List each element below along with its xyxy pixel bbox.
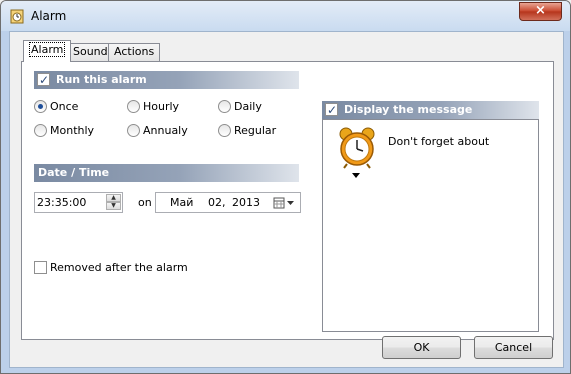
datetime-header: Date / Time (34, 164, 299, 182)
display-message-label: Display the message (344, 103, 473, 116)
run-alarm-header: Run this alarm (34, 71, 299, 89)
radio-monthly[interactable] (34, 124, 47, 137)
datetime-header-label: Date / Time (38, 166, 110, 179)
spin-down-icon[interactable]: ▼ (106, 202, 121, 210)
display-message-checkbox[interactable] (325, 101, 338, 119)
run-alarm-checkbox[interactable] (37, 71, 50, 89)
time-value: 23:35:00 (37, 196, 87, 209)
cancel-button-label: Cancel (494, 341, 533, 354)
time-spinner[interactable]: ▲ ▼ (106, 194, 121, 211)
alarm-app-icon (10, 9, 24, 24)
radio-monthly-label: Monthly (50, 124, 95, 137)
date-month: Май (170, 196, 194, 209)
alarm-tab-panel: Run this alarm Once Hourly Daily Monthly… (21, 61, 554, 340)
radio-once[interactable] (34, 100, 47, 113)
window-title: Alarm (31, 9, 67, 23)
tab-alarm-label: Alarm (29, 42, 66, 57)
tab-sound[interactable]: Sound (67, 43, 114, 61)
tab-actions-label: Actions (114, 45, 155, 58)
ok-button-label: OK (413, 341, 430, 354)
dialog-client-area: Alarm Sound Actions Run this alarm Once … (9, 31, 564, 368)
radio-annualy-label: Annualy (143, 124, 188, 137)
message-box: Don't forget about (322, 119, 539, 332)
spin-up-icon[interactable]: ▲ (106, 194, 121, 202)
calendar-dropdown-icon[interactable] (273, 197, 297, 209)
ok-button[interactable]: OK (382, 336, 461, 359)
tab-sound-label: Sound (73, 45, 108, 58)
radio-daily[interactable] (218, 100, 231, 113)
alarm-clock-icon[interactable] (335, 126, 379, 170)
radio-regular[interactable] (218, 124, 231, 137)
close-icon: × (535, 3, 546, 18)
tab-alarm[interactable]: Alarm (23, 40, 72, 62)
close-button[interactable]: × (519, 2, 562, 21)
display-message-header: Display the message (322, 101, 539, 119)
radio-regular-label: Regular (234, 124, 277, 137)
cancel-button[interactable]: Cancel (474, 336, 553, 359)
run-alarm-label: Run this alarm (56, 73, 147, 86)
title-bar: Alarm × (1, 1, 570, 31)
radio-hourly-label: Hourly (143, 100, 180, 113)
removed-after-checkbox[interactable] (34, 261, 47, 274)
tab-actions[interactable]: Actions (108, 43, 161, 61)
radio-hourly[interactable] (127, 100, 140, 113)
radio-once-label: Once (50, 100, 79, 113)
date-picker[interactable]: Май 02, 2013 (155, 192, 301, 213)
on-label: on (138, 196, 152, 209)
message-text[interactable]: Don't forget about (388, 135, 489, 148)
date-year: 2013 (232, 196, 260, 209)
date-day: 02, (208, 196, 226, 209)
alarm-window: Alarm × Alarm Sound Actions Run this ala… (0, 0, 571, 374)
radio-daily-label: Daily (234, 100, 262, 113)
removed-after-label: Removed after the alarm (50, 261, 188, 274)
radio-annualy[interactable] (127, 124, 140, 137)
icon-dropdown-arrow-icon[interactable] (352, 173, 360, 178)
time-field[interactable]: 23:35:00 ▲ ▼ (34, 192, 123, 213)
